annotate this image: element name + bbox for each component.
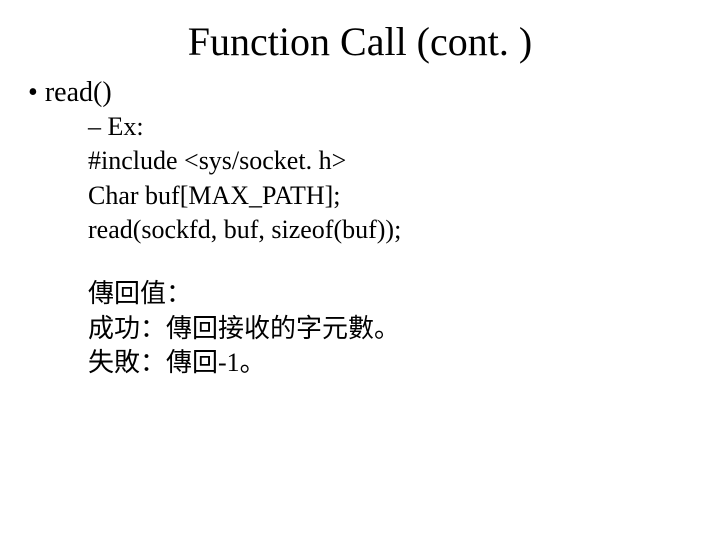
code-line-1: #include <sys/socket. h> [28,144,720,178]
code-line-3: read(sockfd, buf, sizeof(buf)); [28,213,720,247]
code-line-2: Char buf[MAX_PATH]; [28,179,720,213]
slide-title: Function Call (cont. ) [0,0,720,75]
slide-body: read() Ex: #include <sys/socket. h> Char… [0,75,720,380]
return-fail: 失敗：傳回-1。 [28,346,720,380]
return-success: 成功：傳回接收的字元數。 [28,312,720,346]
return-heading: 傳回值： [28,277,720,311]
bullet-read: read() [28,75,720,110]
example-label: Ex: [28,110,720,144]
slide: Function Call (cont. ) read() Ex: #inclu… [0,0,720,540]
